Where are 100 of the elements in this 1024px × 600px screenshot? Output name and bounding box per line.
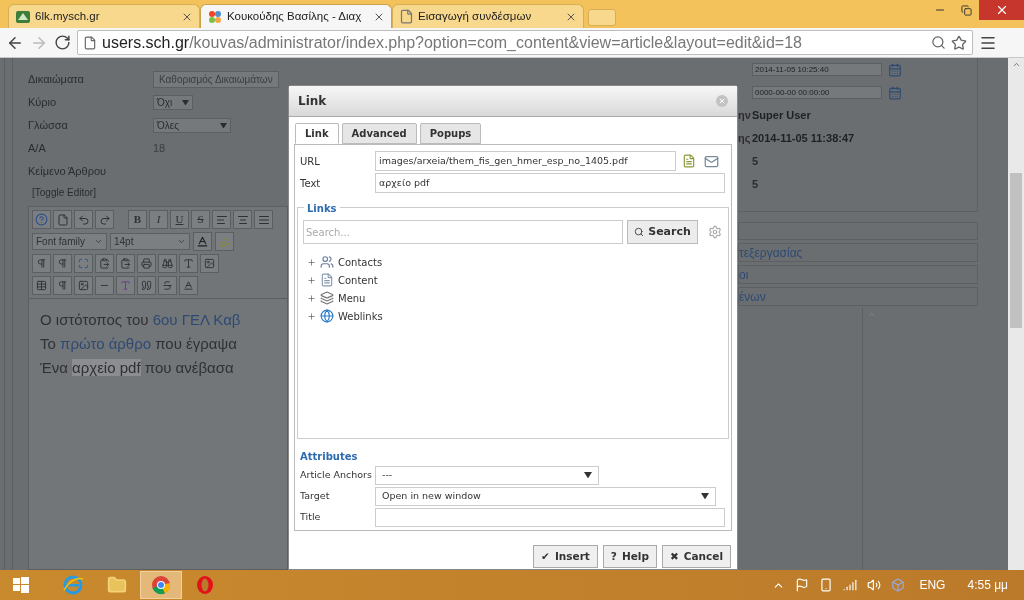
help-button[interactable]: [32, 210, 51, 229]
strikethrough-icon: [162, 280, 173, 291]
paste-icon: [120, 258, 131, 269]
chevron-down-icon: [177, 237, 186, 246]
close-button[interactable]: [979, 0, 1024, 20]
highlight-button[interactable]: [215, 232, 234, 251]
field-value: 5: [752, 177, 759, 193]
tree-item[interactable]: Content: [338, 272, 378, 288]
folder-icon: [107, 575, 127, 595]
toggle-editor-link[interactable]: [Toggle Editor]: [32, 185, 288, 200]
new-document-button[interactable]: [53, 210, 72, 229]
tab-title: Κουκούδης Βασίλης - Διαχ: [227, 8, 363, 24]
new-tab-button[interactable]: [588, 9, 616, 26]
address-field[interactable]: users.sch.gr/kouvas/administrator/index.php?option=com_content&view=article&layout=edit&id=18: [77, 30, 973, 55]
star-icon[interactable]: [951, 34, 967, 51]
select-field[interactable]: Όλες: [153, 118, 231, 133]
dialog-tab[interactable]: Link: [295, 123, 339, 144]
browser-tab[interactable]: Κουκούδης Βασίλης - Διαχ: [200, 4, 392, 28]
add-document-icon[interactable]: [682, 154, 696, 168]
date-field[interactable]: 0000-00-00 00:00:00: [752, 86, 882, 99]
print-button[interactable]: [137, 254, 156, 273]
search-field[interactable]: Search...: [303, 220, 623, 244]
editor-paragraph: Ο ιστότοπος του 6ου ΓΕΛ Καβ: [40, 310, 242, 330]
justify-icon: [257, 213, 270, 226]
find-button[interactable]: [158, 254, 177, 273]
browser-tab[interactable]: Εισαγωγή συνδέσμων: [392, 4, 584, 28]
fullscreen-button[interactable]: [74, 254, 93, 273]
format-button[interactable]: B: [128, 210, 147, 229]
rule-button[interactable]: [95, 276, 114, 295]
image-icon: [78, 280, 89, 291]
text-color-button[interactable]: [179, 276, 198, 295]
signal-icon[interactable]: [843, 578, 858, 592]
font-family-select[interactable]: Font family: [32, 233, 107, 250]
browser-tab[interactable]: 6lk.mysch.gr: [8, 4, 200, 28]
select-field[interactable]: ---: [375, 465, 599, 485]
paragraph-button[interactable]: [53, 254, 72, 273]
scroll-up-icon[interactable]: [1011, 60, 1021, 69]
expand-icon[interactable]: [307, 275, 316, 285]
highlight-icon: [218, 235, 231, 248]
expand-icon[interactable]: [307, 293, 316, 303]
add-mail-icon[interactable]: [704, 153, 719, 169]
tree-item[interactable]: Weblinks: [338, 308, 383, 324]
restore-icon[interactable]: [960, 4, 972, 16]
permissions-button[interactable]: Καθορισμός Δικαιωμάτων: [153, 71, 279, 88]
tree-item[interactable]: Contacts: [338, 254, 383, 270]
title-field[interactable]: [375, 507, 725, 527]
taskbar-app[interactable]: [140, 571, 182, 599]
date-field[interactable]: 2014-11-05 10:25:40: [752, 63, 882, 76]
style-icon: [120, 280, 131, 291]
x-icon: [718, 97, 726, 105]
dialog-button[interactable]: ✖ Cancel: [661, 545, 731, 568]
reload-icon[interactable]: [54, 34, 71, 51]
font-size-select[interactable]: 14pt: [110, 233, 190, 250]
select-field[interactable]: Open in new window: [375, 486, 716, 506]
text-field[interactable]: αρχείο pdf: [375, 173, 725, 193]
align-left-button[interactable]: [212, 210, 231, 229]
dialog-tab[interactable]: Advanced: [341, 123, 417, 144]
style-button[interactable]: [116, 276, 135, 295]
dialog-button[interactable]: ? Help: [602, 545, 657, 568]
paste-button[interactable]: [116, 254, 135, 273]
image-button[interactable]: [200, 254, 219, 273]
url-field[interactable]: images/arxeia/them_fis_gen_hmer_esp_no_1405.pdf: [375, 151, 676, 171]
paragraph-button[interactable]: [32, 254, 51, 273]
search-icon[interactable]: [931, 35, 946, 50]
calendar-icon[interactable]: [888, 85, 902, 100]
format-button[interactable]: S: [191, 210, 210, 229]
paste-button[interactable]: [95, 254, 114, 273]
calendar-icon[interactable]: [888, 62, 902, 77]
format-button[interactable]: I: [149, 210, 168, 229]
url-path: /kouvas/administrator/index.php?option=com_content&view=article&layout=edit&id=18: [189, 33, 802, 51]
quote-button[interactable]: [137, 276, 156, 295]
scrollbar-thumb[interactable]: [1010, 173, 1022, 328]
search-button[interactable]: Search: [627, 220, 698, 244]
justify-button[interactable]: [254, 210, 273, 229]
spellcheck-button[interactable]: [179, 254, 198, 273]
device-icon[interactable]: [819, 578, 834, 592]
redo-button[interactable]: [95, 210, 114, 229]
box-icon[interactable]: [891, 578, 906, 592]
dialog-button[interactable]: ✔ Insert: [533, 545, 598, 568]
expand-icon[interactable]: [307, 311, 316, 321]
dialog-tab[interactable]: Popups: [419, 123, 482, 144]
windows-logo-icon[interactable]: [12, 576, 30, 594]
format-button[interactable]: U: [170, 210, 189, 229]
field-value: 2014-11-05 11:38:47: [752, 131, 855, 147]
expand-icon[interactable]: [307, 257, 316, 267]
select-field[interactable]: Όχι: [153, 95, 193, 110]
speaker-icon[interactable]: [867, 578, 882, 592]
settings-icon[interactable]: [708, 225, 722, 239]
field-label: Κείμενο Άρθρου: [28, 164, 108, 180]
text-color-button[interactable]: [193, 232, 212, 251]
align-center-button[interactable]: [233, 210, 252, 229]
flag-icon[interactable]: [795, 578, 810, 592]
tree-item[interactable]: Menu: [338, 290, 366, 306]
clock[interactable]: 4:55 μμ: [967, 576, 1008, 594]
strikethrough-button[interactable]: [158, 276, 177, 295]
table-button[interactable]: [32, 276, 51, 295]
image-button[interactable]: [74, 276, 93, 295]
language-indicator[interactable]: ENG: [919, 576, 946, 594]
paragraph-button[interactable]: [53, 276, 72, 295]
undo-button[interactable]: [74, 210, 93, 229]
